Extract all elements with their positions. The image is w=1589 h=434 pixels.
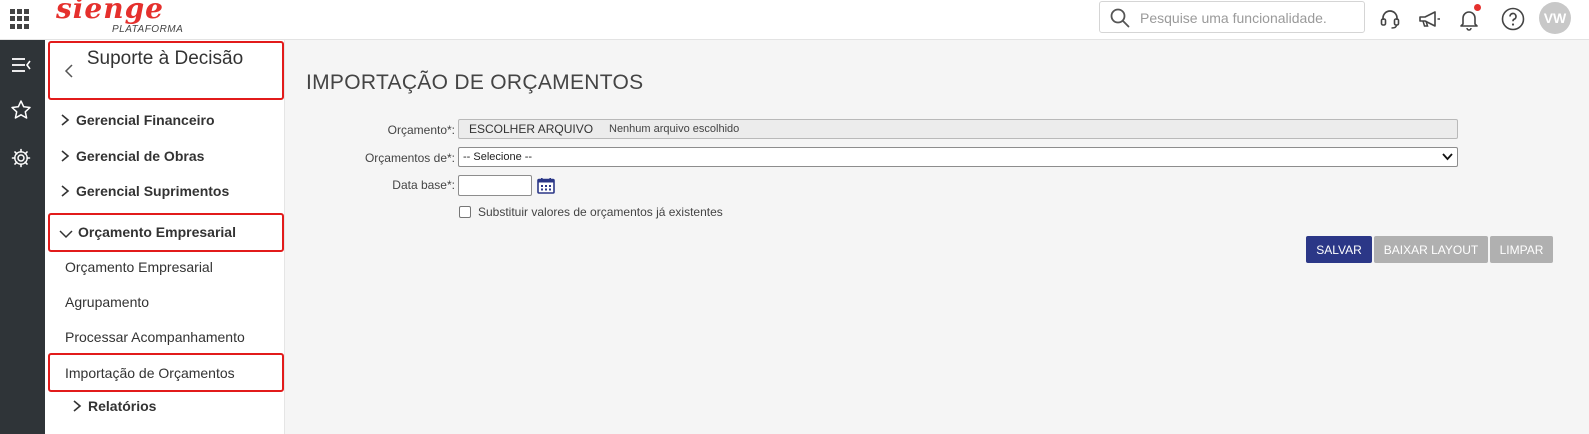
search-icon bbox=[1110, 8, 1130, 28]
sidebar-title: Suporte à Decisão bbox=[86, 48, 244, 69]
search-box[interactable] bbox=[1099, 1, 1365, 33]
orcamento-label: Orçamento*: bbox=[387, 123, 455, 137]
sidebar-item-orcamento-empresarial[interactable]: Orçamento Empresarial bbox=[65, 259, 213, 275]
sienge-logo[interactable]: sienge PLATAFORMA bbox=[56, 0, 183, 40]
data-base-input[interactable] bbox=[458, 175, 532, 196]
sidebar-item-label: Importação de Orçamentos bbox=[65, 365, 235, 381]
chevron-right-icon bbox=[73, 400, 82, 412]
calendar-icon[interactable] bbox=[537, 177, 555, 194]
sidebar-group-gerencial-financeiro[interactable]: Gerencial Financeiro bbox=[55, 106, 283, 134]
notification-badge bbox=[1474, 4, 1481, 11]
search-input[interactable] bbox=[1140, 8, 1358, 28]
choose-file-button[interactable]: ESCOLHER ARQUIVO bbox=[469, 122, 593, 136]
file-input[interactable]: ESCOLHER ARQUIVO Nenhum arquivo escolhid… bbox=[458, 119, 1458, 139]
data-base-label: Data base*: bbox=[392, 178, 455, 192]
chevron-down-icon bbox=[59, 230, 73, 239]
select-value: -- Selecione -- bbox=[463, 151, 533, 163]
chevron-down-icon bbox=[1442, 153, 1453, 161]
download-layout-button[interactable]: BAIXAR LAYOUT bbox=[1374, 236, 1488, 263]
sidebar-group-orcamento-empresarial[interactable]: Orçamento Empresarial bbox=[48, 213, 284, 252]
orcamentos-de-select[interactable]: -- Selecione -- bbox=[458, 147, 1458, 167]
sidebar-group-label: Gerencial Suprimentos bbox=[76, 183, 230, 199]
back-chevron-icon[interactable] bbox=[62, 61, 76, 81]
sidebar-group-relatorios[interactable]: Relatórios bbox=[67, 392, 295, 420]
main-content: IMPORTAÇÃO DE ORÇAMENTOS Orçamento*: ESC… bbox=[285, 40, 1589, 434]
help-icon[interactable] bbox=[1500, 6, 1526, 32]
sidebar-group-label: Gerencial de Obras bbox=[76, 148, 205, 164]
replace-values-label: Substituir valores de orçamentos já exis… bbox=[478, 205, 723, 219]
sidebar-group-gerencial-suprimentos[interactable]: Gerencial Suprimentos bbox=[55, 177, 283, 205]
sidebar-item-processar-acompanhamento[interactable]: Processar Acompanhamento bbox=[65, 329, 245, 345]
replace-values-checkbox[interactable] bbox=[459, 206, 471, 218]
logo-text: sienge bbox=[56, 0, 164, 25]
sidebar-item-importacao-orcamentos[interactable]: Importação de Orçamentos bbox=[48, 353, 284, 392]
megaphone-icon[interactable] bbox=[1416, 6, 1442, 32]
sidebar-header: Suporte à Decisão bbox=[48, 41, 284, 100]
notifications-button[interactable] bbox=[1456, 4, 1482, 32]
avatar[interactable]: VW bbox=[1539, 2, 1571, 34]
orcamentos-de-label: Orçamentos de*: bbox=[364, 151, 455, 165]
sidebar-group-label: Relatórios bbox=[88, 398, 157, 414]
gear-icon[interactable] bbox=[10, 147, 32, 169]
star-icon[interactable] bbox=[10, 99, 32, 121]
sidebar: Suporte à Decisão Gerencial Financeiro G… bbox=[45, 40, 285, 434]
sidebar-group-label: Orçamento Empresarial bbox=[78, 224, 236, 240]
top-bar: sienge PLATAFORMA VW bbox=[0, 0, 1589, 40]
clear-button[interactable]: LIMPAR bbox=[1490, 236, 1553, 263]
sidebar-group-label: Gerencial Financeiro bbox=[76, 112, 215, 128]
apps-grid-icon[interactable] bbox=[10, 9, 30, 29]
menu-collapse-icon[interactable] bbox=[10, 54, 32, 76]
logo-subtext: PLATAFORMA bbox=[112, 24, 184, 35]
page-title: IMPORTAÇÃO DE ORÇAMENTOS bbox=[306, 71, 644, 94]
chevron-right-icon bbox=[61, 185, 70, 197]
support-headset-icon[interactable] bbox=[1377, 6, 1403, 32]
save-button[interactable]: SALVAR bbox=[1306, 236, 1372, 263]
sidebar-group-gerencial-obras[interactable]: Gerencial de Obras bbox=[55, 142, 283, 170]
chevron-right-icon bbox=[61, 150, 70, 162]
sidebar-item-agrupamento[interactable]: Agrupamento bbox=[65, 294, 149, 310]
file-status: Nenhum arquivo escolhido bbox=[609, 123, 740, 135]
chevron-right-icon bbox=[61, 114, 70, 126]
left-rail bbox=[0, 40, 45, 434]
